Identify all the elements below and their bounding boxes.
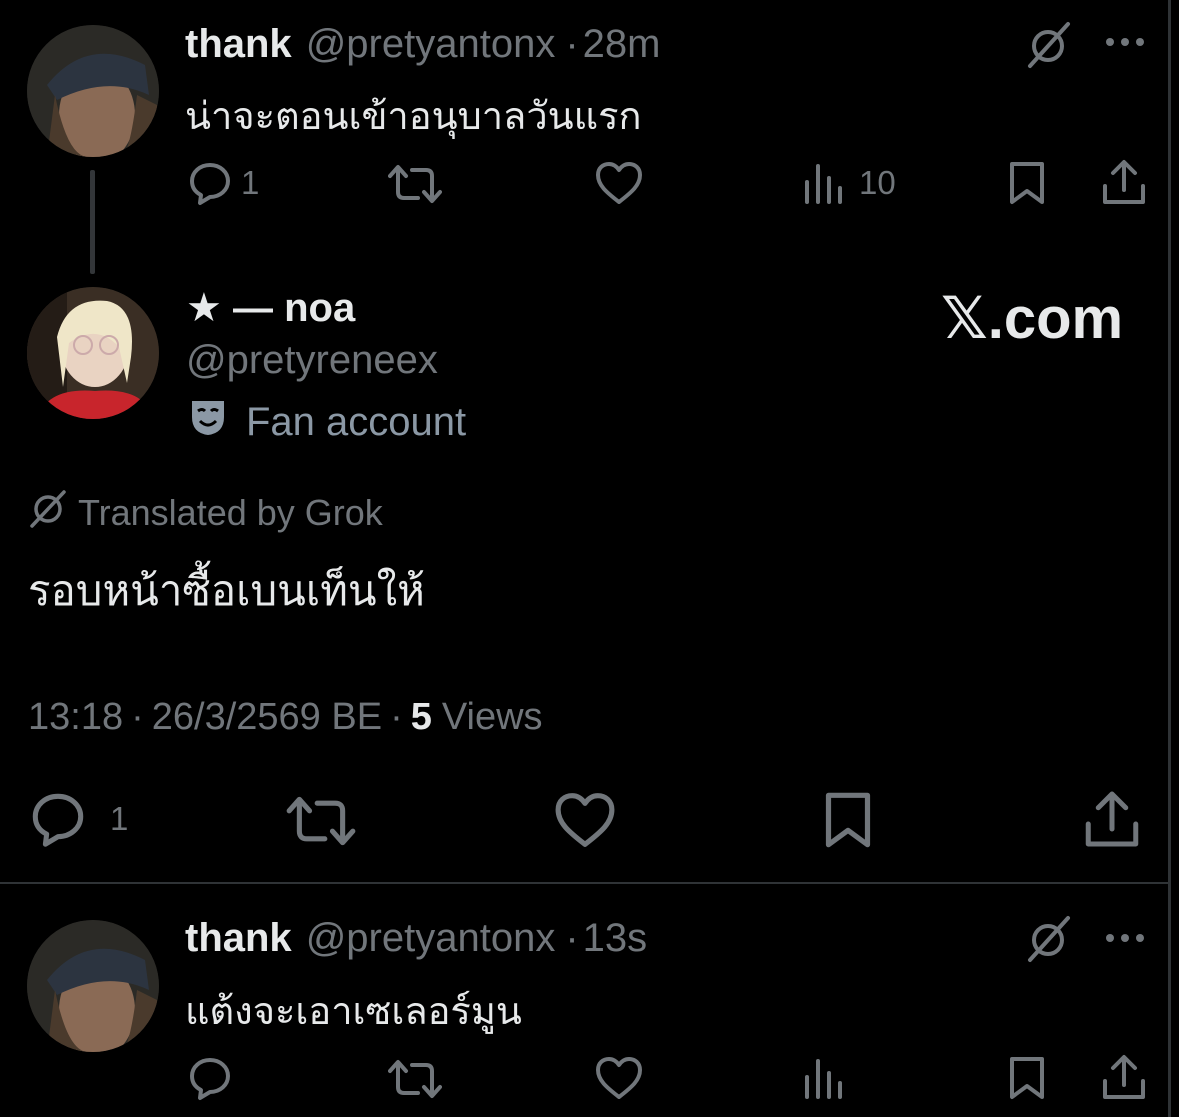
views-button[interactable] [803, 1055, 843, 1101]
main-display-name-row: ★ — noa [186, 285, 355, 331]
avatar[interactable] [27, 287, 159, 419]
reply-button[interactable]: 1 [28, 790, 128, 848]
views-icon [805, 1059, 842, 1099]
post-time[interactable]: 13:18 [28, 696, 123, 739]
reply-count: 1 [110, 800, 129, 837]
reply-button[interactable] [187, 1055, 233, 1101]
like-icon [596, 162, 642, 204]
repost-icon [286, 796, 356, 846]
post-header: thank @pretyantonx · 13s [185, 916, 647, 961]
repost-icon [388, 1060, 442, 1098]
handle[interactable]: @pretyantonx [306, 22, 556, 67]
right-rail [1168, 0, 1171, 1117]
separator: · [390, 696, 403, 738]
display-name[interactable]: ★ — noa [186, 285, 355, 331]
more-icon[interactable] [1104, 930, 1146, 951]
thread-line [90, 170, 95, 274]
avatar[interactable] [27, 25, 159, 157]
share-icon [1103, 160, 1145, 204]
translated-label: Translated by Grok [78, 491, 383, 533]
repost-button[interactable] [286, 793, 356, 849]
post-date[interactable]: 26/3/2569 BE [152, 696, 382, 739]
reply-icon [190, 1058, 230, 1100]
timestamp[interactable]: 13s [583, 916, 648, 961]
post-text: น่าจะตอนเข้าอนุบาลวันแรก [185, 96, 642, 138]
handle[interactable]: @pretyreneex [186, 338, 438, 383]
share-icon [1103, 1055, 1145, 1099]
views-label: Views [441, 696, 543, 738]
share-button[interactable] [1101, 1053, 1147, 1101]
grok-icon[interactable] [1024, 20, 1074, 70]
separator: · [565, 916, 579, 960]
timestamp[interactable]: 28m [583, 22, 661, 67]
share-button[interactable] [1083, 789, 1141, 849]
translated-row[interactable]: Translated by Grok [28, 488, 383, 537]
like-icon [555, 793, 615, 847]
avatar[interactable] [27, 920, 159, 1052]
post-text: แต้งจะเอาเซเลอร์มูน [185, 991, 522, 1033]
views-count: 10 [859, 164, 896, 201]
reply-icon [190, 163, 230, 205]
like-icon [596, 1057, 642, 1099]
more-icon[interactable] [1104, 34, 1146, 55]
theater-mask-icon [188, 397, 228, 447]
like-button[interactable] [553, 790, 617, 850]
badge-text: Fan account [246, 399, 467, 444]
post-header: thank @pretyantonx · 28m [185, 22, 660, 67]
bookmark-icon [1010, 162, 1044, 204]
bookmark-icon [825, 792, 871, 848]
views-icon [805, 164, 842, 204]
separator: · [131, 696, 144, 738]
divider [0, 882, 1168, 884]
reply-count: 1 [241, 164, 260, 201]
reply-button[interactable]: 1 [187, 160, 259, 206]
grok-icon [28, 488, 68, 537]
bookmark-button[interactable] [822, 790, 874, 850]
post-meta: 13:18 · 26/3/2569 BE · 5 Views [28, 696, 543, 739]
views-number[interactable]: 5 [411, 696, 432, 739]
repost-icon [388, 165, 442, 203]
bookmark-icon [1010, 1057, 1044, 1099]
like-button[interactable] [594, 160, 644, 206]
display-name[interactable]: thank [185, 916, 292, 961]
affiliate-badge[interactable]: Fan account [188, 397, 466, 447]
separator: · [565, 22, 579, 66]
grok-icon[interactable] [1024, 914, 1074, 969]
display-name[interactable]: thank [185, 22, 292, 67]
reply-icon [32, 793, 84, 847]
bookmark-button[interactable] [1007, 1055, 1047, 1101]
views-button[interactable]: 10 [803, 160, 896, 206]
x-com-watermark: 𝕏.com [941, 286, 1124, 351]
share-icon [1085, 791, 1139, 847]
share-button[interactable] [1101, 158, 1147, 206]
like-button[interactable] [594, 1055, 644, 1101]
repost-button[interactable] [388, 162, 442, 206]
repost-button[interactable] [388, 1057, 442, 1101]
bookmark-button[interactable] [1007, 160, 1047, 206]
post-text: รอบหน้าซื้อเบนเท็นให้ [28, 567, 425, 614]
main-handle-row: @pretyreneex [186, 338, 438, 383]
handle[interactable]: @pretyantonx [306, 916, 556, 961]
